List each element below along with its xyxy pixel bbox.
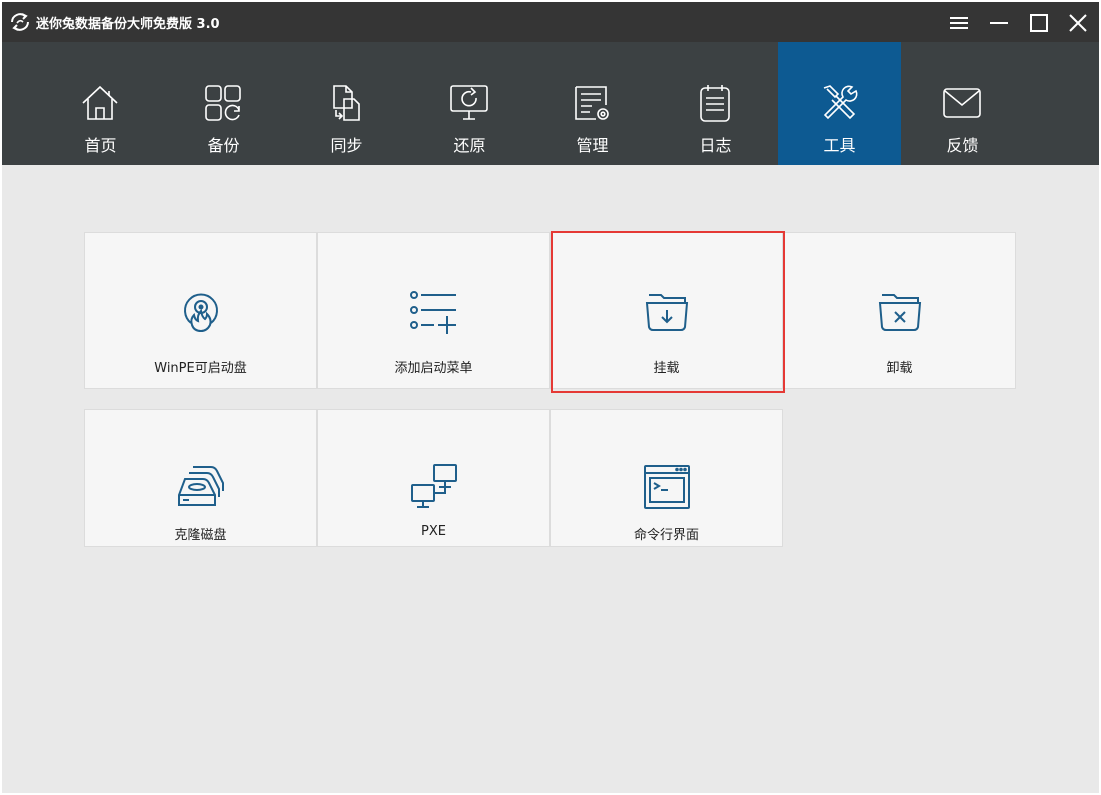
- home-icon: [80, 83, 120, 123]
- tile-pxe[interactable]: PXE: [317, 409, 550, 547]
- title-bar: 迷你兔数据备份大师免费版 3.0: [2, 2, 1099, 42]
- app-window: 迷你兔数据备份大师免费版 3.0 首页 备份 同步 还原 管理 日志 工具 反馈…: [2, 2, 1099, 793]
- nav-sync[interactable]: 同步: [285, 42, 408, 165]
- nav-restore[interactable]: 还原: [408, 42, 531, 165]
- tile-pxe-label: PXE: [421, 524, 446, 539]
- restore-icon: [449, 83, 489, 123]
- tile-unmount[interactable]: 卸载: [783, 232, 1016, 389]
- clone-disk-icon: [177, 463, 225, 511]
- unmount-folder-icon: [876, 287, 924, 335]
- nav-tools-label: 工具: [823, 136, 856, 155]
- nav-home[interactable]: 首页: [39, 42, 162, 165]
- nav-feedback[interactable]: 反馈: [901, 42, 1024, 165]
- minimize-icon[interactable]: [988, 12, 1010, 34]
- pxe-network-icon: [410, 463, 458, 511]
- nav-manage-label: 管理: [576, 136, 609, 155]
- nav-home-label: 首页: [84, 136, 117, 155]
- nav-restore-label: 还原: [453, 136, 486, 155]
- close-icon[interactable]: [1067, 12, 1089, 34]
- nav-tools[interactable]: 工具: [778, 42, 901, 165]
- feedback-icon: [942, 83, 982, 123]
- backup-icon: [203, 83, 243, 123]
- tile-command-line[interactable]: 命令行界面: [550, 409, 783, 547]
- nav-manage[interactable]: 管理: [531, 42, 654, 165]
- tile-mount-label: 挂载: [653, 361, 680, 376]
- app-logo-icon: [9, 12, 31, 32]
- tile-winpe-label: WinPE可启动盘: [154, 361, 247, 376]
- main-nav: 首页 备份 同步 还原 管理 日志 工具 反馈: [2, 42, 1099, 165]
- tile-command-line-label: 命令行界面: [633, 528, 699, 543]
- menu-icon[interactable]: [948, 12, 970, 34]
- window-title: 迷你兔数据备份大师免费版 3.0: [36, 17, 220, 32]
- add-boot-menu-icon: [409, 287, 458, 335]
- sync-icon: [326, 83, 366, 123]
- nav-sync-label: 同步: [330, 136, 363, 155]
- manage-icon: [572, 83, 612, 123]
- maximize-icon[interactable]: [1028, 12, 1050, 34]
- nav-feedback-label: 反馈: [946, 136, 979, 155]
- nav-log[interactable]: 日志: [654, 42, 777, 165]
- tile-clone-disk-label: 克隆磁盘: [174, 528, 227, 543]
- log-icon: [695, 83, 735, 123]
- nav-backup[interactable]: 备份: [162, 42, 285, 165]
- tile-add-boot-menu[interactable]: 添加启动菜单: [317, 232, 550, 389]
- tools-icon: [819, 83, 859, 123]
- tile-add-boot-menu-label: 添加启动菜单: [394, 361, 473, 376]
- mount-folder-icon: [643, 287, 691, 335]
- nav-backup-label: 备份: [207, 136, 240, 155]
- tile-mount[interactable]: 挂载: [550, 232, 783, 389]
- nav-log-label: 日志: [699, 136, 732, 155]
- tile-winpe[interactable]: WinPE可启动盘: [84, 232, 317, 389]
- tile-clone-disk[interactable]: 克隆磁盘: [84, 409, 317, 547]
- tile-unmount-label: 卸载: [886, 361, 913, 376]
- bootable-disc-icon: [177, 287, 225, 335]
- command-line-icon: [643, 463, 691, 511]
